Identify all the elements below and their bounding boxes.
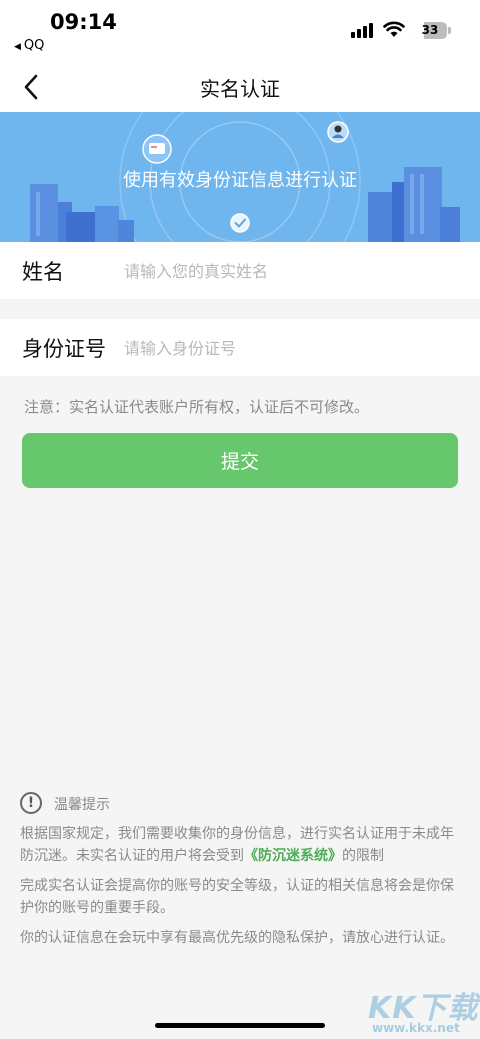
battery-percent: 33 — [421, 23, 439, 37]
exclamation-icon: ! — [20, 792, 42, 814]
back-to-app-link[interactable]: ◀ QQ — [14, 38, 44, 53]
id-number-row: 身份证号 — [0, 319, 480, 376]
home-indicator[interactable] — [155, 1023, 325, 1028]
wifi-icon — [383, 21, 405, 37]
status-bar: 09:14 ◀ QQ 33 — [0, 0, 480, 62]
battery-icon: 33 — [413, 22, 447, 39]
notice-text: 注意：实名认证代表账户所有权，认证后不可修改。 — [24, 398, 370, 416]
tip-text: 根据国家规定，我们需要收集你的身份信息，进行实名认证用于未成年防沉迷。未实名认证… — [20, 826, 454, 864]
name-row: 姓名 — [0, 242, 480, 299]
tip-paragraph: 根据国家规定，我们需要收集你的身份信息，进行实名认证用于未成年防沉迷。未实名认证… — [20, 823, 460, 867]
tip-paragraph: 你的认证信息在会玩中享有最高优先级的隐私保护，请放心进行认证。 — [20, 930, 454, 946]
tip-paragraph: 完成实名认证会提高你的账号的安全等级，认证的相关信息将会是你保护你的账号的重要手… — [20, 878, 454, 916]
tips-title: 温馨提示 — [54, 797, 110, 813]
page-title: 实名认证 — [200, 77, 280, 101]
verification-banner: 使用有效身份证信息进行认证 — [0, 112, 480, 242]
back-triangle-icon: ◀ — [14, 42, 21, 52]
name-label: 姓名 — [22, 260, 64, 284]
back-app-label: QQ — [23, 38, 45, 53]
submit-button[interactable]: 提交 — [22, 433, 458, 488]
nav-bar: 实名认证 — [0, 62, 480, 112]
id-number-label: 身份证号 — [22, 337, 106, 361]
name-input[interactable] — [124, 252, 454, 290]
site-watermark: KK下载 www.kkx.net — [368, 983, 480, 1039]
cellular-signal-icon — [351, 22, 375, 38]
status-time: 09:14 — [50, 10, 117, 34]
banner-caption: 使用有效身份证信息进行认证 — [123, 170, 357, 191]
tip-text: 的限制 — [342, 848, 384, 864]
id-number-input[interactable] — [124, 329, 454, 367]
anti-addiction-link[interactable]: 《防沉迷系统》 — [244, 848, 342, 864]
watermark-url: www.kkx.net — [372, 1021, 460, 1035]
battery-cap — [448, 27, 451, 34]
